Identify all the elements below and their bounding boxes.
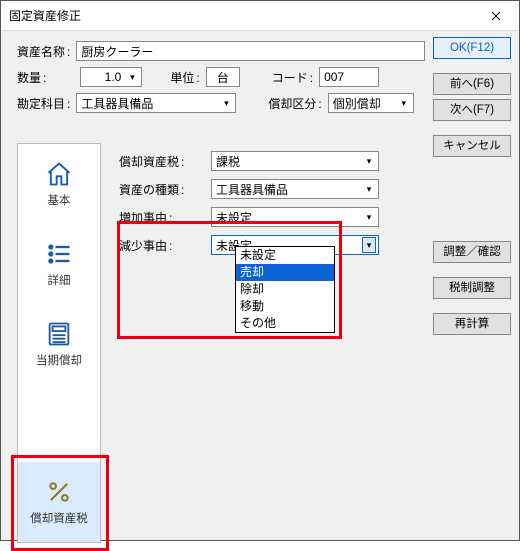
asset-type-label: 資産の種類 (119, 181, 205, 198)
nav-dep-tax[interactable]: 償却資産税 (18, 462, 100, 542)
chevron-down-icon: ▾ (125, 69, 139, 85)
qty-select[interactable]: 1.0 ▾ (80, 67, 142, 87)
dep-tax-label: 償却資産税 (119, 153, 205, 170)
option-sale[interactable]: 売却 (236, 264, 334, 281)
option-other[interactable]: その他 (236, 315, 334, 332)
tax-adjust-button[interactable]: 税制調整 (433, 277, 511, 299)
chevron-down-icon: ▾ (362, 237, 376, 253)
left-column: 資産名称 数量 1.0 ▾ 単位 コード 勘定科目 (1, 31, 433, 540)
dep-tax-select[interactable]: 課税 ▾ (211, 151, 379, 171)
asset-type-select[interactable]: 工具器具備品 ▾ (211, 179, 379, 199)
inc-reason-label: 増加事由 (119, 209, 205, 226)
unit-input[interactable] (206, 67, 240, 87)
next-button[interactable]: 次へ(F7) (433, 99, 511, 121)
nav-current-dep[interactable]: 当期償却 (18, 304, 100, 384)
home-icon (45, 160, 73, 188)
titlebar: 固定資産修正 (1, 1, 519, 31)
list-icon (45, 240, 73, 268)
nav-detail[interactable]: 詳細 (18, 224, 100, 304)
account-select[interactable]: 工具器具備品 ▾ (76, 93, 236, 113)
prev-button[interactable]: 前へ(F6) (433, 73, 511, 95)
dec-reason-dropdown[interactable]: 未設定 売却 除却 移動 その他 (235, 246, 335, 333)
inc-reason-select[interactable]: 未設定 ▾ (211, 207, 379, 227)
adjust-confirm-button[interactable]: 調整／確認 (433, 241, 511, 263)
code-input[interactable] (319, 67, 379, 87)
ok-button[interactable]: OK(F12) (433, 37, 511, 59)
code-label: コード (272, 69, 313, 86)
asset-name-input[interactable] (76, 41, 425, 61)
chevron-down-icon: ▾ (219, 95, 233, 111)
side-nav: 基本 詳細 当期償却 償却資産税 (17, 143, 101, 543)
asset-name-label: 資産名称 (17, 43, 70, 60)
window-title: 固定資産修正 (9, 7, 81, 24)
percent-icon (45, 478, 73, 506)
fixed-asset-edit-dialog: 固定資産修正 資産名称 数量 1.0 ▾ 単位 (0, 0, 520, 541)
chevron-down-icon: ▾ (362, 209, 376, 225)
cancel-button[interactable]: キャンセル (433, 135, 511, 157)
close-icon (491, 11, 501, 21)
close-button[interactable] (473, 1, 519, 31)
unit-label: 単位 (170, 69, 199, 86)
recalc-button[interactable]: 再計算 (433, 313, 511, 335)
dep-class-select[interactable]: 個別償却 ▾ (328, 93, 414, 113)
calculator-icon (45, 320, 73, 348)
option-move[interactable]: 移動 (236, 298, 334, 315)
dep-class-label: 償却区分 (268, 95, 321, 112)
qty-label: 数量 (17, 69, 46, 86)
right-column: OK(F12) 前へ(F6) 次へ(F7) キャンセル 調整／確認 税制調整 再… (433, 31, 519, 540)
dec-reason-label: 減少事由 (119, 237, 205, 254)
content: 資産名称 数量 1.0 ▾ 単位 コード 勘定科目 (1, 31, 519, 540)
option-unset[interactable]: 未設定 (236, 247, 334, 264)
nav-basic[interactable]: 基本 (18, 144, 100, 224)
account-label: 勘定科目 (17, 95, 70, 112)
chevron-down-icon: ▾ (362, 153, 376, 169)
chevron-down-icon: ▾ (362, 181, 376, 197)
chevron-down-icon: ▾ (397, 95, 411, 111)
option-disposal[interactable]: 除却 (236, 281, 334, 298)
